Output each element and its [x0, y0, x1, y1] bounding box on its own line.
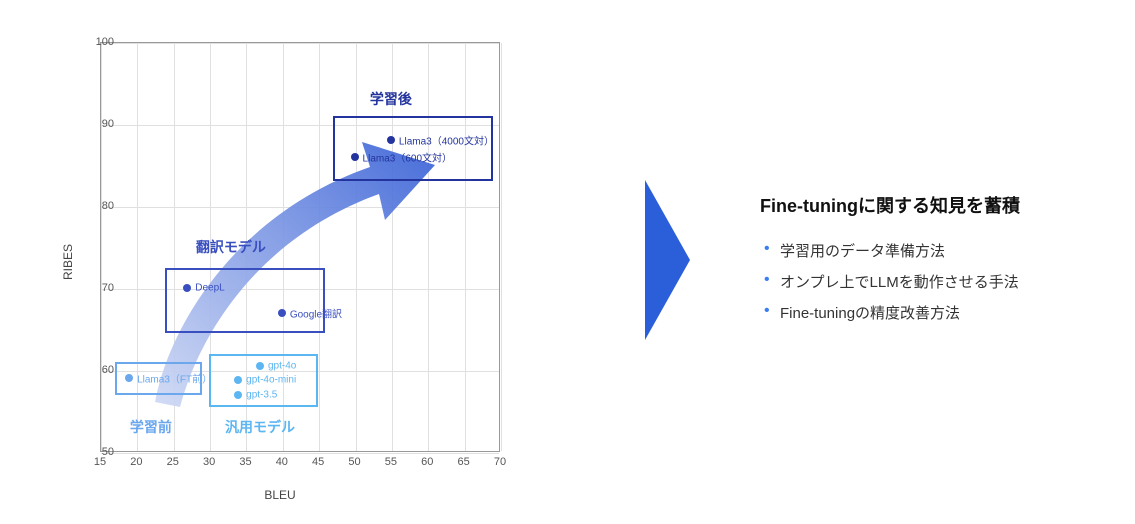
data-point: [278, 309, 286, 317]
y-axis-label: RIBES: [61, 244, 75, 280]
summary-panel: Fine-tuningに関する知見を蓄積 学習用のデータ準備方法オンプレ上でLL…: [760, 192, 1095, 333]
data-point: [183, 284, 191, 292]
data-point: [234, 391, 242, 399]
data-point: [387, 136, 395, 144]
group-title: 学習後: [370, 89, 412, 109]
point-label: gpt-3.5: [246, 389, 277, 400]
data-point: [351, 153, 359, 161]
point-label: gpt-4o-mini: [246, 374, 296, 385]
bullet-item: オンプレ上でLLMを動作させる手法: [760, 271, 1095, 292]
point-label: DeepL: [195, 283, 224, 294]
y-tick: 90: [102, 118, 114, 130]
bullet-item: Fine-tuningの精度改善方法: [760, 302, 1095, 323]
y-tick: 70: [102, 282, 114, 294]
group-title: 学習前: [130, 417, 172, 437]
data-point: [234, 376, 242, 384]
point-label: Google翻訳: [290, 305, 342, 320]
y-tick: 80: [102, 200, 114, 212]
x-tick: 30: [203, 456, 215, 468]
x-tick: 55: [385, 456, 397, 468]
x-tick: 45: [312, 456, 324, 468]
bullet-list: 学習用のデータ準備方法オンプレ上でLLMを動作させる手法 Fine-tuningの…: [760, 240, 1095, 323]
point-label: gpt-4o: [268, 360, 296, 371]
data-point: [125, 374, 133, 382]
x-tick: 20: [130, 456, 142, 468]
x-tick: 70: [494, 456, 506, 468]
x-tick: 40: [276, 456, 288, 468]
point-label: Llama3（4000文対）: [399, 133, 494, 148]
y-tick: 60: [102, 364, 114, 376]
bullet-item: 学習用のデータ準備方法: [760, 240, 1095, 261]
y-tick: 50: [102, 446, 114, 458]
group-title: 翻訳モデル: [196, 237, 266, 257]
group-title: 汎用モデル: [225, 417, 295, 437]
scatter-chart: RIBES BLEU 15202530354045505560657050607…: [40, 22, 520, 502]
group-box: [165, 268, 325, 334]
x-tick: 60: [421, 456, 433, 468]
point-label: Llama3（600文対）: [363, 149, 452, 164]
x-tick: 35: [239, 456, 251, 468]
x-tick: 50: [348, 456, 360, 468]
point-label: Llama3（FT前）: [137, 371, 212, 386]
y-tick: 100: [96, 36, 114, 48]
x-tick: 25: [167, 456, 179, 468]
summary-title: Fine-tuningに関する知見を蓄積: [760, 192, 1095, 218]
x-tick: 65: [458, 456, 470, 468]
chevron-right-icon: [640, 170, 700, 355]
x-axis-label: BLEU: [264, 488, 295, 502]
data-point: [256, 362, 264, 370]
